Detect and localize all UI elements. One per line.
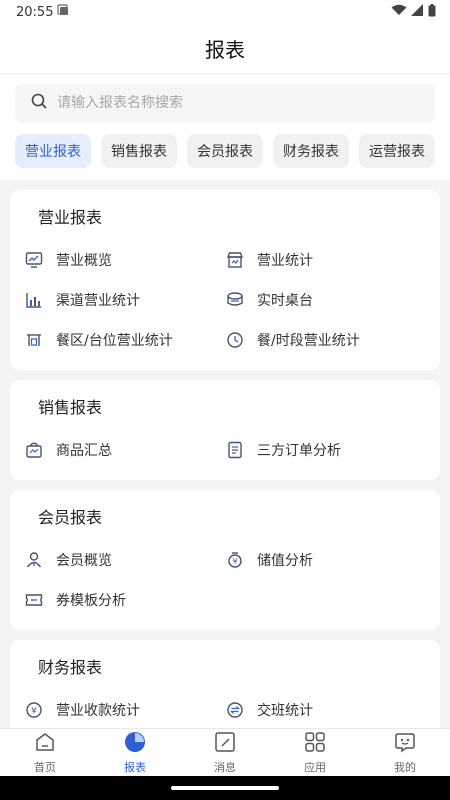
section-business: 营业报表 营业概览 营业统计 渠道营业统计 实时桌台 餐区/台位营业统计 餐/时… bbox=[10, 190, 440, 370]
section-finance: 财务报表 ¥ 营业收款统计 交班统计 bbox=[10, 640, 440, 740]
tab-apps[interactable]: 应用 bbox=[270, 729, 360, 776]
report-item-time-period-stats[interactable]: 餐/时段营业统计 bbox=[225, 320, 426, 360]
section-member: 会员报表 会员概览 ¥ 储值分析 券模板分析 bbox=[10, 490, 440, 630]
coupon-icon bbox=[24, 590, 44, 610]
report-item-label: 储值分析 bbox=[257, 553, 313, 569]
svg-text:¥: ¥ bbox=[31, 707, 37, 717]
search-icon bbox=[31, 93, 47, 113]
section-title: 财务报表 bbox=[38, 658, 103, 677]
chip-finance-report[interactable]: 财务报表 bbox=[273, 134, 349, 168]
report-item-third-party-orders[interactable]: 三方订单分析 bbox=[225, 430, 426, 470]
status-bar: 20:55 bbox=[0, 0, 450, 24]
report-item-live-tables[interactable]: 实时桌台 bbox=[225, 280, 426, 320]
dining-area-icon bbox=[24, 330, 44, 350]
home-icon bbox=[34, 731, 56, 757]
search-area: 营业报表 销售报表 会员报表 财务报表 运营报表 bbox=[0, 74, 450, 180]
tab-label: 首页 bbox=[34, 760, 56, 774]
section-title: 营业报表 bbox=[38, 208, 103, 227]
report-list: 营业报表 营业概览 营业统计 渠道营业统计 实时桌台 餐区/台位营业统计 餐/时… bbox=[10, 190, 440, 750]
report-item-dining-area-stats[interactable]: 餐区/台位营业统计 bbox=[24, 320, 225, 360]
report-item-label: 实时桌台 bbox=[257, 293, 313, 309]
tab-label: 我的 bbox=[394, 760, 416, 774]
yuan-coin-icon: ¥ bbox=[24, 700, 44, 720]
section-title: 会员报表 bbox=[38, 508, 103, 527]
profile-icon bbox=[394, 731, 416, 757]
search-input[interactable] bbox=[55, 94, 399, 112]
report-item-label: 餐/时段营业统计 bbox=[257, 333, 360, 349]
screenshot-notification-icon bbox=[57, 4, 69, 20]
report-item-label: 商品汇总 bbox=[56, 443, 112, 459]
page-title: 报表 bbox=[205, 38, 245, 62]
chip-operation-report[interactable]: 运营报表 bbox=[359, 134, 435, 168]
report-item-label: 渠道营业统计 bbox=[56, 293, 140, 309]
report-item-label: 营业收款统计 bbox=[56, 703, 140, 719]
chip-business-report[interactable]: 营业报表 bbox=[15, 134, 91, 168]
report-item-channel-stats[interactable]: 渠道营业统计 bbox=[24, 280, 225, 320]
section-sales: 销售报表 商品汇总 三方订单分析 bbox=[10, 380, 440, 480]
report-item-shift-stats[interactable]: 交班统计 bbox=[225, 690, 426, 730]
member-icon bbox=[24, 550, 44, 570]
message-icon bbox=[214, 731, 236, 757]
battery-icon bbox=[428, 3, 436, 21]
svg-text:¥: ¥ bbox=[232, 557, 237, 566]
apps-grid-icon bbox=[304, 731, 326, 757]
chip-member-report[interactable]: 会员报表 bbox=[187, 134, 263, 168]
store-icon bbox=[225, 250, 245, 270]
tab-label: 应用 bbox=[304, 760, 326, 774]
shift-exchange-icon bbox=[225, 700, 245, 720]
page-header: 报表 bbox=[0, 24, 450, 74]
report-item-label: 交班统计 bbox=[257, 703, 313, 719]
clock-chart-icon bbox=[225, 330, 245, 350]
chart-monitor-icon bbox=[24, 250, 44, 270]
shopping-bag-icon bbox=[24, 440, 44, 460]
tab-label: 报表 bbox=[124, 760, 146, 774]
tab-profile[interactable]: 我的 bbox=[360, 729, 450, 776]
report-item-label: 营业概览 bbox=[56, 253, 112, 269]
report-item-label: 三方订单分析 bbox=[257, 443, 341, 459]
report-item-label: 券模板分析 bbox=[56, 593, 126, 609]
signal-icon bbox=[411, 4, 424, 20]
tab-home[interactable]: 首页 bbox=[0, 729, 90, 776]
report-item-business-overview[interactable]: 营业概览 bbox=[24, 240, 225, 280]
home-gesture-handle[interactable] bbox=[171, 786, 279, 790]
report-item-stored-value[interactable]: ¥ 储值分析 bbox=[225, 540, 426, 580]
report-item-label: 餐区/台位营业统计 bbox=[56, 333, 173, 349]
report-item-label: 会员概览 bbox=[56, 553, 112, 569]
system-navigation-bar bbox=[0, 776, 450, 800]
bar-chart-icon bbox=[24, 290, 44, 310]
tab-reports[interactable]: 报表 bbox=[90, 729, 180, 776]
report-item-coupon-template[interactable]: 券模板分析 bbox=[24, 580, 225, 620]
report-item-member-overview[interactable]: 会员概览 bbox=[24, 540, 225, 580]
chip-sales-report[interactable]: 销售报表 bbox=[101, 134, 177, 168]
bottom-tab-bar: 首页 报表 消息 应用 我的 bbox=[0, 728, 450, 776]
report-item-product-summary[interactable]: 商品汇总 bbox=[24, 430, 225, 470]
stored-value-icon: ¥ bbox=[225, 550, 245, 570]
report-item-label: 营业统计 bbox=[257, 253, 313, 269]
table-icon bbox=[225, 290, 245, 310]
tab-messages[interactable]: 消息 bbox=[180, 729, 270, 776]
report-item-business-stats[interactable]: 营业统计 bbox=[225, 240, 426, 280]
wifi-icon bbox=[391, 4, 407, 20]
search-box[interactable] bbox=[15, 84, 435, 122]
report-item-payment-stats[interactable]: ¥ 营业收款统计 bbox=[24, 690, 225, 730]
category-chips: 营业报表 销售报表 会员报表 财务报表 运营报表 bbox=[15, 134, 435, 168]
status-time: 20:55 bbox=[16, 4, 54, 20]
section-title: 销售报表 bbox=[38, 398, 103, 417]
pie-chart-icon bbox=[124, 731, 146, 757]
tab-label: 消息 bbox=[214, 760, 236, 774]
order-list-icon bbox=[225, 440, 245, 460]
